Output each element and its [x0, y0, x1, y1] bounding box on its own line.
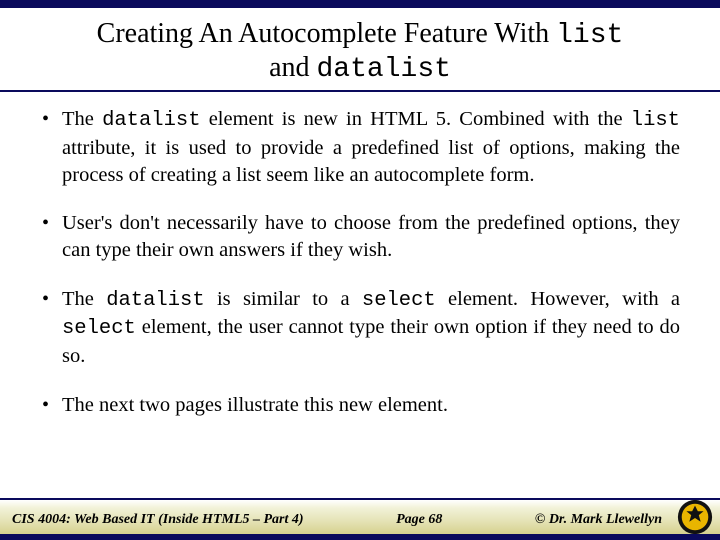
- bullet-text: is similar to a: [205, 288, 362, 310]
- footer-page: Page 68: [304, 512, 535, 528]
- bullet-text: The: [62, 288, 106, 310]
- ucf-logo-icon: [676, 498, 714, 536]
- bullet-text: The: [62, 108, 102, 130]
- bullet-list: The datalist element is new in HTML 5. C…: [40, 106, 680, 418]
- title-text-2: and: [269, 52, 316, 83]
- bullet-text: element is new in HTML 5. Combined with …: [201, 108, 631, 130]
- bullet-code: datalist: [102, 109, 200, 132]
- bullet-item: User's don't necessarily have to choose …: [40, 210, 680, 263]
- slide-content: The datalist element is new in HTML 5. C…: [0, 92, 720, 418]
- title-code-1: list: [556, 20, 623, 51]
- bullet-code: list: [631, 109, 680, 132]
- footer-course: CIS 4004: Web Based IT (Inside HTML5 – P…: [12, 512, 304, 528]
- bullet-code: datalist: [106, 289, 204, 312]
- bullet-text: User's don't necessarily have to choose …: [62, 212, 680, 261]
- bullet-code: select: [62, 317, 136, 340]
- bullet-code: select: [362, 289, 436, 312]
- bullet-item: The datalist element is new in HTML 5. C…: [40, 106, 680, 188]
- slide-footer: CIS 4004: Web Based IT (Inside HTML5 – P…: [0, 498, 720, 540]
- bullet-text: attribute, it is used to provide a prede…: [62, 137, 680, 186]
- title-code-2: datalist: [317, 54, 451, 85]
- title-text-1: Creating An Autocomplete Feature With: [97, 18, 556, 49]
- bullet-item: The datalist is similar to a select elem…: [40, 286, 680, 370]
- footer-author: © Dr. Mark Llewellyn: [535, 512, 662, 528]
- slide-title-area: Creating An Autocomplete Feature With li…: [0, 8, 720, 92]
- bullet-text: element. However, with a: [436, 288, 680, 310]
- bullet-item: The next two pages illustrate this new e…: [40, 392, 680, 419]
- bullet-text: element, the user cannot type their own …: [62, 316, 680, 367]
- slide-title: Creating An Autocomplete Feature With li…: [40, 18, 680, 86]
- bullet-text: The next two pages illustrate this new e…: [62, 394, 448, 416]
- top-accent-bar: [0, 0, 720, 8]
